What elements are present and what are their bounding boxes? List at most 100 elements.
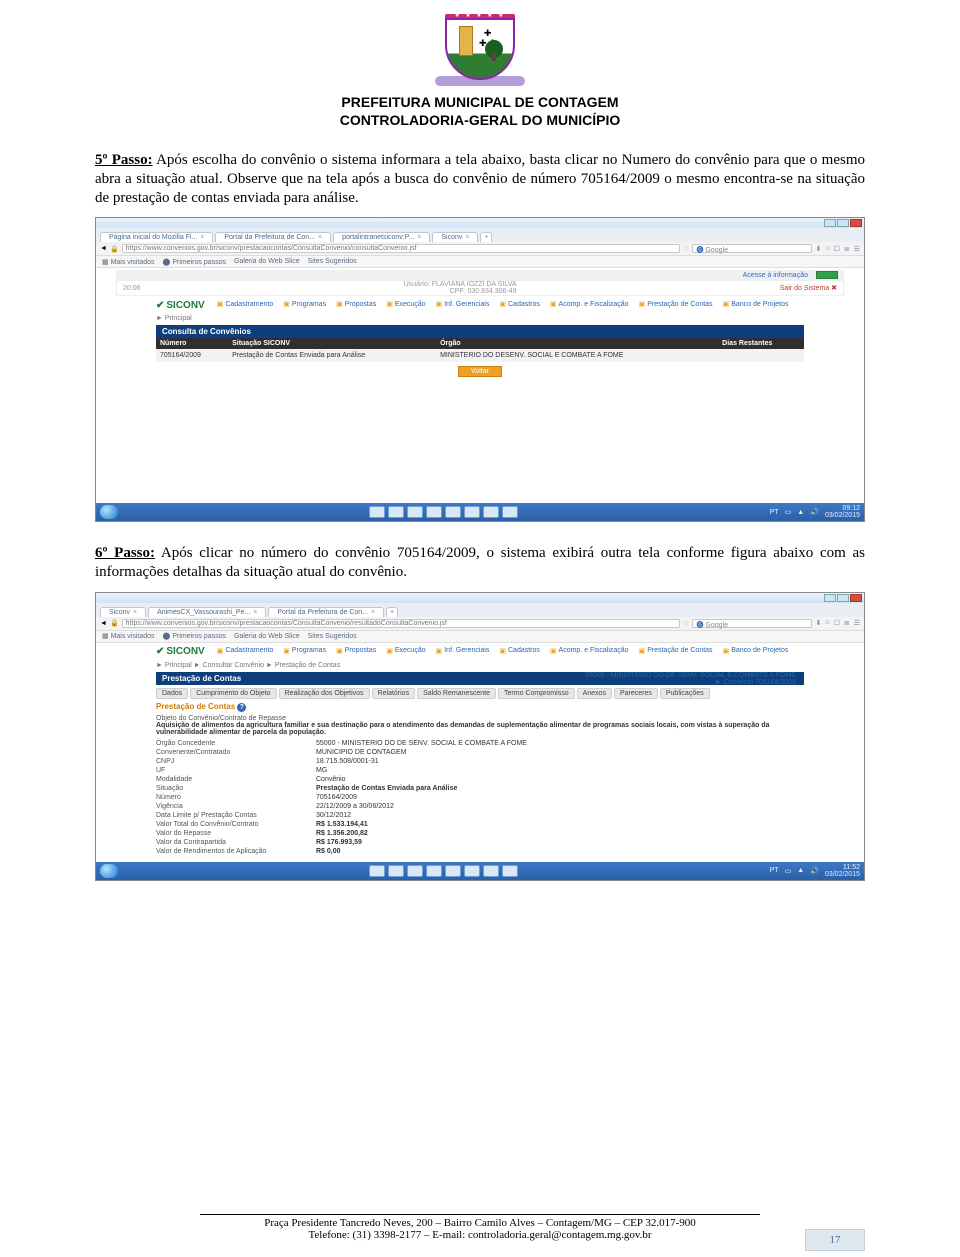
subtab[interactable]: Realização dos Objetivos: [279, 688, 370, 699]
tray-volume-icon[interactable]: 🔊: [810, 508, 819, 516]
taskbar-app-icon[interactable]: [464, 506, 480, 518]
detail-row: Data Limite p/ Prestação Contas30/12/201…: [156, 811, 804, 820]
tray-lang[interactable]: PT: [770, 867, 779, 874]
taskbar-app-icon[interactable]: [502, 865, 518, 877]
table-row[interactable]: 705164/2009 Prestação de Contas Enviada …: [156, 349, 804, 362]
tray-flag-icon[interactable]: ▭: [785, 867, 792, 875]
menu-item[interactable]: ▣ Prestação de Contas: [639, 647, 713, 655]
new-tab-button[interactable]: +: [480, 232, 492, 242]
menu-item[interactable]: ▣ Cadastramento: [217, 300, 273, 308]
tray-volume-icon[interactable]: 🔊: [810, 867, 819, 875]
tray-up-icon[interactable]: ▲: [797, 867, 804, 874]
bookmark-link[interactable]: Sites Sugeridos: [308, 633, 357, 640]
browser-tab[interactable]: Portal da Prefeitura de Con... ×: [215, 232, 331, 242]
taskbar-app-icon[interactable]: [407, 506, 423, 518]
taskbar-app-icon[interactable]: [388, 506, 404, 518]
start-button[interactable]: [100, 505, 118, 519]
bookmark-link[interactable]: ⬤ Primeiros passos: [163, 632, 226, 640]
subtab[interactable]: Termo Compromisso: [498, 688, 575, 699]
address-bar[interactable]: https://www.convenios.gov.br/siconv/pres…: [122, 619, 681, 628]
window-close-icon[interactable]: [850, 219, 862, 227]
window-min-icon[interactable]: [824, 219, 836, 227]
voltar-button[interactable]: Voltar: [458, 366, 502, 377]
start-button[interactable]: [100, 864, 118, 878]
menu-item[interactable]: ▣ Inf. Gerenciais: [436, 300, 490, 308]
taskbar-app-icon[interactable]: [369, 506, 385, 518]
window-max-icon[interactable]: [837, 219, 849, 227]
menu-item[interactable]: ▣ Acomp. e Fiscalização: [550, 647, 629, 655]
logout-link[interactable]: Sair do Sistema ✖: [780, 284, 837, 292]
tray-lang[interactable]: PT: [770, 509, 779, 516]
browser-tab[interactable]: Siconv ×: [432, 232, 478, 242]
access-info-link[interactable]: Acesse à informação: [743, 272, 808, 279]
plus-icon: ▣: [283, 647, 290, 655]
subtab[interactable]: Relatórios: [372, 688, 416, 699]
help-icon[interactable]: ?: [237, 703, 246, 712]
menu-item[interactable]: ▣ Prestação de Contas: [639, 300, 713, 308]
taskbar-app-icon[interactable]: [502, 506, 518, 518]
taskbar-app-icon[interactable]: [388, 865, 404, 877]
address-bar[interactable]: https://www.convenios.gov.br/siconv/pres…: [122, 244, 681, 253]
home-icon[interactable]: ⌂: [825, 245, 829, 253]
taskbar-app-icon[interactable]: [464, 865, 480, 877]
menu-item[interactable]: ▣ Propostas: [336, 300, 376, 308]
bookmark-link[interactable]: Galeria do Web Slice: [234, 633, 300, 640]
home-icon[interactable]: ⌂: [825, 619, 829, 627]
objeto-label: Objeto do Convênio/Contrato de Repasse: [156, 715, 804, 722]
window-min-icon[interactable]: [824, 594, 836, 602]
taskbar-app-icon[interactable]: [369, 865, 385, 877]
menu-item[interactable]: ▣ Cadastros: [499, 647, 540, 655]
browser-tab[interactable]: AnimesCX_Vassourashi_Pe... ×: [148, 607, 266, 617]
window-close-icon[interactable]: [850, 594, 862, 602]
browser-tab[interactable]: Portal da Prefeitura de Con... ×: [268, 607, 384, 617]
menu-icon[interactable]: ☰: [854, 619, 860, 627]
browser-tab[interactable]: Siconv ×: [100, 607, 146, 617]
bookmark-link[interactable]: ⬤ Primeiros passos: [163, 258, 226, 266]
taskbar-app-icon[interactable]: [483, 506, 499, 518]
menu-item[interactable]: ▣ Execução: [386, 300, 425, 308]
menu-item[interactable]: ▣ Cadastramento: [217, 647, 273, 655]
menu-item[interactable]: ▣ Banco de Projetos: [723, 300, 789, 308]
taskbar-app-icon[interactable]: [426, 506, 442, 518]
new-tab-button[interactable]: +: [386, 607, 398, 617]
subtab[interactable]: Publicações: [660, 688, 710, 699]
menu-item[interactable]: ▣ Inf. Gerenciais: [436, 647, 490, 655]
bookmark-link[interactable]: Sites Sugeridos: [308, 258, 357, 265]
tray-flag-icon[interactable]: ▭: [785, 508, 792, 516]
menu-item[interactable]: ▣ Cadastros: [499, 300, 540, 308]
download-icon[interactable]: ⬇: [815, 245, 821, 253]
list-icon[interactable]: ≣: [844, 619, 850, 627]
subtab[interactable]: Saldo Remanescente: [417, 688, 496, 699]
list-icon[interactable]: ≣: [844, 245, 850, 253]
taskbar-app-icon[interactable]: [426, 865, 442, 877]
bookmark-link[interactable]: ▦ Mais visitados: [102, 258, 155, 266]
bookmark-link[interactable]: Galeria do Web Slice: [234, 258, 300, 265]
subtab[interactable]: Dados: [156, 688, 188, 699]
back-icon[interactable]: ◄: [100, 620, 107, 627]
menu-icon[interactable]: ☰: [854, 245, 860, 253]
menu-item[interactable]: ▣ Propostas: [336, 647, 376, 655]
menu-item[interactable]: ▣ Execução: [386, 647, 425, 655]
bookmark-icon[interactable]: ☐: [834, 619, 840, 627]
menu-item[interactable]: ▣ Programas: [283, 300, 326, 308]
search-field[interactable]: 🅖 Google: [692, 244, 812, 253]
taskbar-app-icon[interactable]: [407, 865, 423, 877]
bookmark-icon[interactable]: ☐: [834, 245, 840, 253]
browser-tab[interactable]: portalintranetsiconv:P... ×: [333, 232, 430, 242]
menu-item[interactable]: ▣ Acomp. e Fiscalização: [550, 300, 629, 308]
bookmark-link[interactable]: ▦ Mais visitados: [102, 632, 155, 640]
taskbar-app-icon[interactable]: [445, 506, 461, 518]
subtab[interactable]: Anexos: [577, 688, 612, 699]
window-max-icon[interactable]: [837, 594, 849, 602]
subtab[interactable]: Cumprimento do Objeto: [190, 688, 276, 699]
menu-item[interactable]: ▣ Banco de Projetos: [723, 647, 789, 655]
download-icon[interactable]: ⬇: [815, 619, 821, 627]
subtab[interactable]: Pareceres: [614, 688, 658, 699]
browser-tab[interactable]: Página inicial do Mozilla Fi... ×: [100, 232, 213, 242]
menu-item[interactable]: ▣ Programas: [283, 647, 326, 655]
taskbar-app-icon[interactable]: [483, 865, 499, 877]
tray-up-icon[interactable]: ▲: [797, 509, 804, 516]
search-field[interactable]: 🅖 Google: [692, 619, 812, 628]
back-icon[interactable]: ◄: [100, 245, 107, 252]
taskbar-app-icon[interactable]: [445, 865, 461, 877]
